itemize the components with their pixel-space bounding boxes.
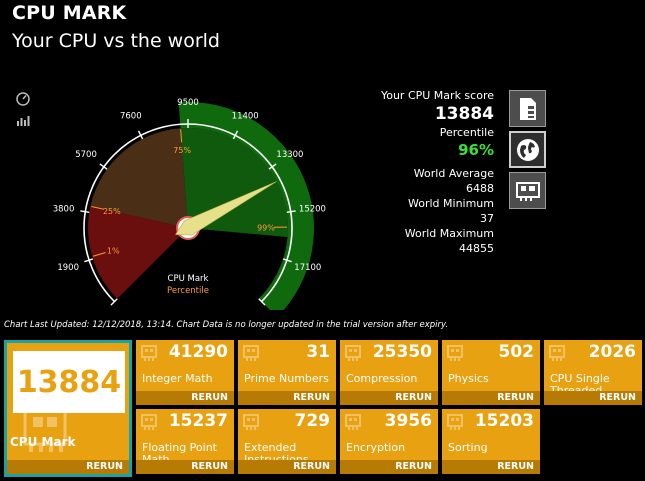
test-tile-value: 15203 — [474, 411, 534, 431]
world-average-label: World Average — [413, 167, 494, 180]
globe-button[interactable] — [509, 131, 546, 168]
test-tile-label: Compression — [346, 372, 418, 385]
test-tile-extended-instructions-sse[interactable]: 729Extended Instructions (SSE)RERUN — [238, 409, 336, 474]
chip-icon — [447, 345, 463, 361]
chip-icon — [141, 414, 157, 430]
rerun-button[interactable]: RERUN — [544, 391, 642, 405]
document-icon — [519, 97, 536, 120]
page-subtitle: Your CPU vs the world — [12, 30, 220, 52]
test-tile-value: 25350 — [372, 342, 432, 362]
rerun-button[interactable]: RERUN — [442, 460, 540, 474]
rerun-button[interactable]: RERUN — [136, 460, 234, 474]
chip-icon — [345, 414, 361, 430]
chip-icon — [345, 345, 361, 361]
test-tile-label: Prime Numbers — [244, 372, 329, 385]
score-title: Your CPU Mark score — [380, 89, 494, 102]
test-tile-value: 41290 — [168, 342, 228, 362]
gauge-center-sublabel: Percentile — [167, 286, 209, 296]
cpu-mark-label: CPU Mark — [10, 435, 76, 449]
page-title: CPU MARK — [12, 2, 127, 24]
gauge-tick-label: 15200 — [299, 204, 326, 214]
percentile-marker-label: 99% — [257, 223, 275, 232]
test-tile-label: Sorting — [448, 441, 488, 454]
world-minimum-value: 37 — [480, 212, 494, 225]
test-tile-physics[interactable]: 502 Physics RERUN — [442, 340, 540, 405]
speedometer-icon[interactable] — [16, 92, 30, 106]
percentile-marker-label: 25% — [103, 207, 121, 216]
test-tile-floating-point-math[interactable]: 15237Floating Point MathRERUN — [136, 409, 234, 474]
hardware-button[interactable] — [509, 172, 546, 209]
rerun-button[interactable]: RERUN — [238, 460, 336, 474]
world-minimum-label: World Minimum — [408, 197, 494, 210]
document-button[interactable] — [509, 90, 546, 127]
test-tile-encryption[interactable]: 3956 Encryption RERUN — [340, 409, 438, 474]
gauge-tick-label: 11400 — [232, 112, 259, 122]
gauge-tick-label: 3800 — [53, 204, 75, 214]
test-tile-label: Physics — [448, 372, 489, 385]
cpu-mark-rerun-button[interactable]: RERUN — [7, 460, 129, 474]
score-panel: Your CPU Mark score 13884 Percentile 96%… — [372, 88, 494, 256]
hardware-icon — [515, 181, 540, 201]
cpu-mark-gauge: 0190038005700760095001140013300152001710… — [53, 98, 326, 310]
world-maximum-label: World Maximum — [404, 227, 494, 240]
gauge-tick-label: 7600 — [120, 112, 142, 122]
gauge-tick-label: 17100 — [294, 263, 321, 273]
chip-icon — [243, 414, 259, 430]
chart-icon[interactable] — [16, 113, 30, 127]
test-tile-cpu-single-threaded[interactable]: 2026CPU Single ThreadedRERUN — [544, 340, 642, 405]
test-tile-label: Encryption — [346, 441, 406, 454]
test-tile-value: 502 — [498, 342, 535, 362]
test-tile-value: 3956 — [384, 411, 432, 431]
gauge-tick-label: 1900 — [57, 263, 79, 273]
rerun-button[interactable]: RERUN — [136, 391, 234, 405]
rerun-button[interactable]: RERUN — [238, 391, 336, 405]
test-tile-label: Integer Math — [142, 372, 213, 385]
gauge-center-label: CPU Mark — [168, 274, 209, 284]
chart-updated-footnote: Chart Last Updated: 12/12/2018, 13:14. C… — [4, 320, 449, 330]
chip-icon — [243, 345, 259, 361]
globe-icon — [516, 138, 539, 161]
score-value: 13884 — [434, 104, 494, 124]
world-average-value: 6488 — [466, 182, 494, 195]
test-tile-value: 2026 — [588, 342, 636, 362]
percentile-value: 96% — [458, 141, 494, 159]
test-tile-compression[interactable]: 25350 Compression RERUN — [340, 340, 438, 405]
test-tile-value: 15237 — [168, 411, 228, 431]
rerun-button[interactable]: RERUN — [340, 391, 438, 405]
test-tile-sorting[interactable]: 15203 Sorting RERUN — [442, 409, 540, 474]
percentile-marker-label: 75% — [173, 146, 191, 155]
chip-icon — [141, 345, 157, 361]
cpu-mark-value: 13884 — [13, 351, 125, 413]
test-tile-value: 729 — [294, 411, 331, 431]
gauge-tick-label: 9500 — [177, 98, 199, 108]
world-maximum-value: 44855 — [459, 242, 494, 255]
gauge-tick-label: 5700 — [75, 150, 97, 160]
test-tile-value: 31 — [306, 342, 330, 362]
gauge-tick-label: 13300 — [276, 150, 303, 160]
chip-icon — [447, 414, 463, 430]
cpu-mark-tile[interactable]: 13884 CPU Mark RERUN — [4, 340, 132, 477]
test-tile-integer-math[interactable]: 41290 Integer Math RERUN — [136, 340, 234, 405]
rerun-button[interactable]: RERUN — [340, 460, 438, 474]
percentile-label: Percentile — [439, 126, 494, 139]
chip-icon — [549, 345, 565, 361]
rerun-button[interactable]: RERUN — [442, 391, 540, 405]
percentile-marker-label: 1% — [107, 246, 120, 255]
test-tile-prime-numbers[interactable]: 31 Prime Numbers RERUN — [238, 340, 336, 405]
